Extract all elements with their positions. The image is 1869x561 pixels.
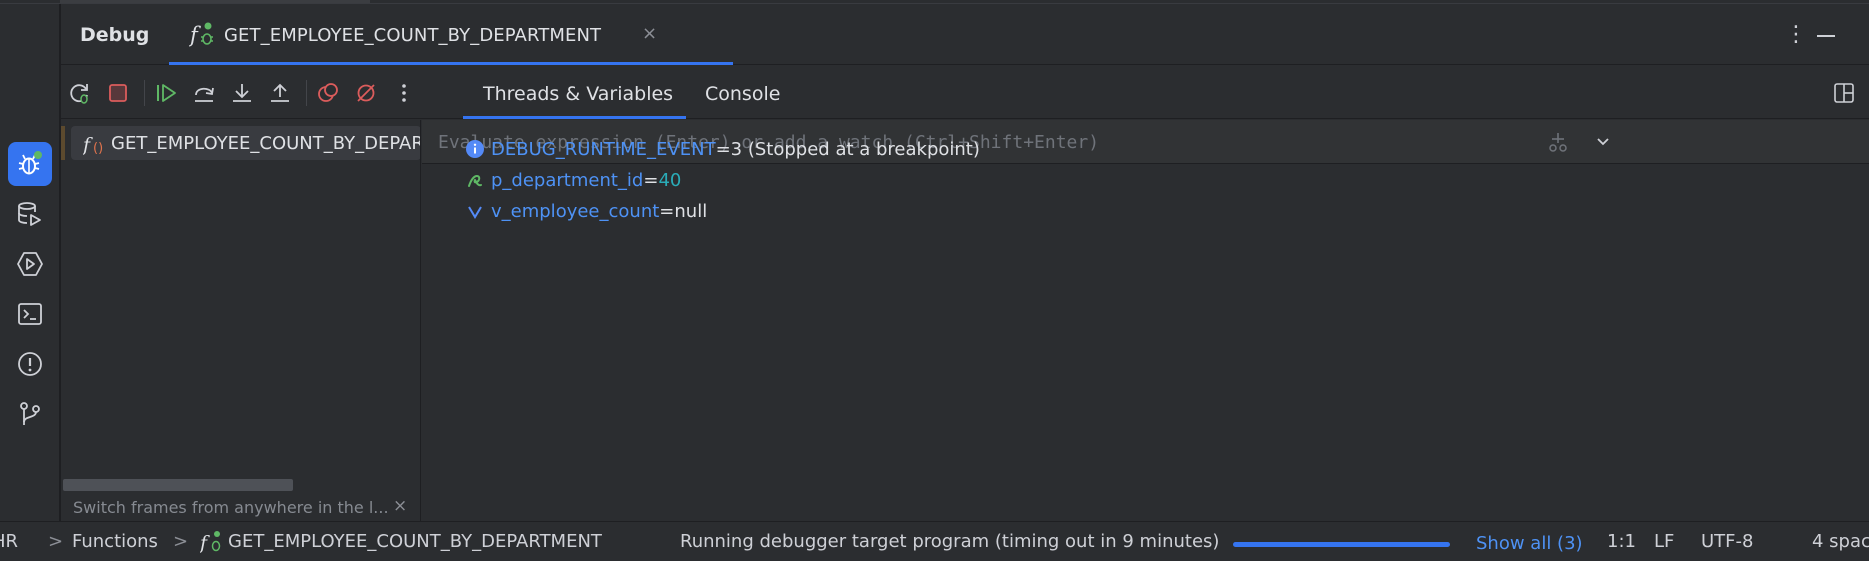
debug-session-tab[interactable]: f GET_EMPLOYEE_COUNT_BY_DEPARTMENT × bbox=[169, 4, 733, 65]
more-icon bbox=[402, 84, 406, 102]
info-icon bbox=[466, 140, 484, 158]
breadcrumb-function[interactable]: GET_EMPLOYEE_COUNT_BY_DEPARTMENT bbox=[228, 531, 602, 552]
terminal-icon bbox=[18, 303, 42, 325]
status-bar: HR > Functions > f GET_EMPLOYEE_COUNT_BY… bbox=[0, 521, 1869, 561]
services-icon bbox=[17, 252, 43, 276]
variable-name: p_department_id bbox=[491, 169, 644, 191]
variable-row-runtime-event[interactable]: DEBUG_RUNTIME_EVENT = 3 (Stopped at a br… bbox=[465, 135, 980, 163]
toolbar-more-button[interactable] bbox=[392, 81, 416, 105]
status-message: Running debugger target program (timing … bbox=[680, 531, 1220, 552]
session-tab-label: GET_EMPLOYEE_COUNT_BY_DEPARTMENT bbox=[224, 25, 602, 46]
top-editor-tab-strip bbox=[60, 0, 370, 3]
terminal-tool-button[interactable] bbox=[8, 292, 52, 336]
close-hint-icon[interactable]: × bbox=[393, 496, 407, 516]
add-watch-icon[interactable] bbox=[1547, 131, 1569, 153]
rerun-icon bbox=[70, 84, 88, 104]
toolbar-separator bbox=[144, 80, 145, 106]
problems-icon bbox=[18, 352, 42, 376]
step-into-button[interactable] bbox=[230, 81, 254, 105]
tool-window-strip bbox=[0, 4, 60, 521]
variable-row-p-department-id[interactable]: p_department_id = 40 bbox=[465, 166, 681, 194]
breadcrumb-separator: > bbox=[48, 531, 64, 552]
database-run-icon bbox=[18, 202, 41, 226]
resume-icon bbox=[157, 84, 176, 102]
frame-label: GET_EMPLOYEE_COUNT_BY_DEPARTMENT bbox=[111, 133, 420, 154]
variable-name: DEBUG_RUNTIME_EVENT bbox=[491, 138, 716, 160]
variable-equals: = bbox=[659, 200, 675, 222]
progress-bar bbox=[1233, 542, 1450, 547]
svg-text:f: f bbox=[189, 23, 201, 47]
debug-header: Debug f GET_EMPLOYEE_COUNT_BY_DEPARTMENT… bbox=[61, 4, 1869, 65]
mute-breakpoints-button[interactable] bbox=[354, 81, 378, 105]
database-run-tool-button[interactable] bbox=[8, 192, 52, 236]
svg-text:f: f bbox=[200, 532, 210, 554]
git-icon bbox=[20, 402, 40, 425]
close-session-tab-icon[interactable]: × bbox=[642, 23, 657, 44]
active-subtab-indicator bbox=[463, 116, 686, 119]
problems-tool-button[interactable] bbox=[8, 342, 52, 386]
breadcrumb-separator: > bbox=[173, 531, 189, 552]
line-separator[interactable]: LF bbox=[1654, 531, 1674, 552]
variable-value: null bbox=[674, 200, 708, 222]
file-encoding[interactable]: UTF-8 bbox=[1701, 531, 1753, 552]
breadcrumb-schema[interactable]: HR bbox=[0, 531, 18, 552]
frame-list-item[interactable]: f () GET_EMPLOYEE_COUNT_BY_DEPARTMENT bbox=[71, 126, 420, 160]
debug-icon bbox=[18, 151, 42, 175]
mute-breakpoints-icon bbox=[357, 84, 375, 102]
step-out-button[interactable] bbox=[268, 81, 292, 105]
view-breakpoints-icon bbox=[318, 83, 338, 102]
function-debug-icon: f bbox=[189, 22, 213, 47]
svg-text:f: f bbox=[83, 134, 93, 156]
git-tool-button[interactable] bbox=[8, 392, 52, 436]
debug-tool-button[interactable] bbox=[8, 142, 52, 186]
layout-settings-button[interactable] bbox=[1832, 81, 1856, 105]
chevron-down-icon[interactable] bbox=[1592, 131, 1614, 153]
frames-horizontal-scrollbar[interactable] bbox=[63, 479, 293, 491]
step-into-icon bbox=[233, 84, 251, 102]
svg-text:(): () bbox=[93, 141, 103, 156]
more-options-icon[interactable]: ⋮ bbox=[1785, 22, 1807, 47]
indent-setting[interactable]: 4 spaces bbox=[1812, 531, 1869, 552]
tab-threads-variables[interactable]: Threads & Variables bbox=[483, 83, 673, 105]
layout-icon bbox=[1834, 83, 1854, 103]
function-debug-icon: f bbox=[200, 531, 221, 554]
variable-name: v_employee_count bbox=[491, 200, 660, 222]
variables-pane: DEBUG_RUNTIME_EVENT = 3 (Stopped at a br… bbox=[422, 120, 1869, 521]
show-all-link[interactable]: Show all (3) bbox=[1476, 533, 1583, 554]
variable-equals: = bbox=[643, 169, 659, 191]
view-breakpoints-button[interactable] bbox=[316, 81, 340, 105]
variable-value: 40 bbox=[658, 169, 682, 191]
frames-hint-text: Switch frames from anywhere in the l... bbox=[73, 498, 389, 517]
stop-button[interactable] bbox=[106, 81, 130, 105]
debug-tool-window: Debug f GET_EMPLOYEE_COUNT_BY_DEPARTMENT… bbox=[61, 4, 1869, 521]
services-tool-button[interactable] bbox=[8, 242, 52, 286]
variable-value: 3 (Stopped at a breakpoint) bbox=[730, 138, 980, 160]
breadcrumb-functions[interactable]: Functions bbox=[72, 531, 158, 552]
tab-console[interactable]: Console bbox=[705, 83, 780, 105]
step-over-icon bbox=[195, 87, 214, 102]
resume-button[interactable] bbox=[154, 81, 178, 105]
cursor-position[interactable]: 1:1 bbox=[1607, 531, 1636, 552]
current-frame-marker bbox=[61, 126, 65, 160]
stop-icon bbox=[109, 84, 127, 102]
variable-icon bbox=[468, 206, 482, 219]
rerun-button[interactable] bbox=[67, 81, 91, 105]
variable-row-v-employee-count[interactable]: v_employee_count = null bbox=[465, 197, 707, 225]
frames-pane: f () GET_EMPLOYEE_COUNT_BY_DEPARTMENT Sw… bbox=[61, 120, 421, 521]
function-icon: f () bbox=[83, 134, 103, 156]
step-over-button[interactable] bbox=[192, 81, 216, 105]
variable-equals: = bbox=[715, 138, 731, 160]
toolbar-separator bbox=[306, 80, 307, 106]
debug-toolbar: Threads & Variables Console bbox=[61, 66, 1869, 119]
parameter-icon bbox=[468, 174, 482, 187]
minimize-icon[interactable] bbox=[1817, 35, 1835, 37]
tool-window-title: Debug bbox=[80, 24, 150, 46]
step-out-icon bbox=[271, 83, 289, 102]
